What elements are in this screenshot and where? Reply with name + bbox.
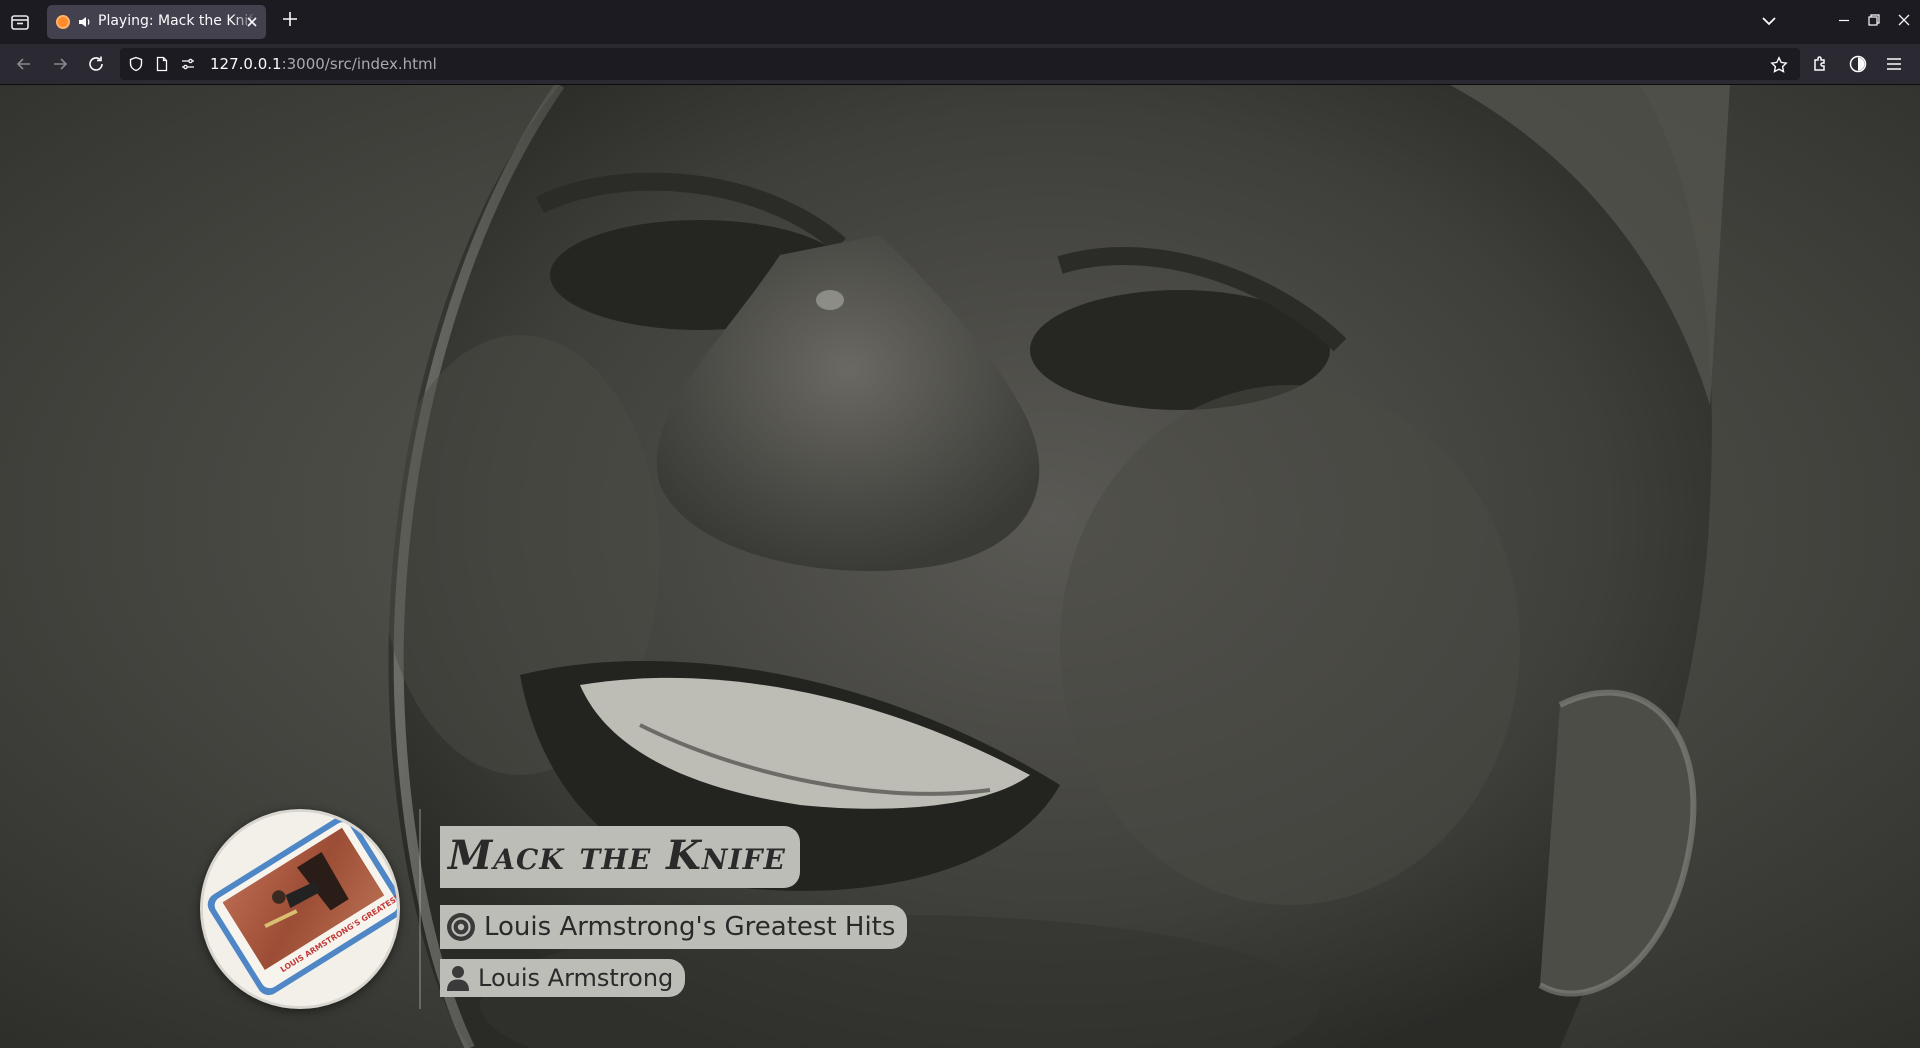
permissions-icon[interactable] (180, 56, 196, 72)
chevron-down-icon[interactable] (1760, 12, 1778, 30)
back-arrow-icon[interactable] (14, 54, 34, 74)
window-close-icon[interactable] (1896, 12, 1912, 28)
now-playing-panel: LOUIS ARMSTRONG'S GREATEST HITS Mack the… (200, 809, 908, 1009)
tab-bar: Playing: Mack the Knife (0, 0, 1920, 44)
person-icon (446, 965, 470, 991)
restore-icon[interactable] (1866, 12, 1882, 28)
artist-chip[interactable]: Louis Armstrong (440, 959, 686, 997)
album-chip[interactable]: Louis Armstrong's Greatest Hits (440, 905, 908, 949)
media-favicon (56, 15, 70, 29)
tab-title: Playing: Mack the Knife (98, 13, 256, 29)
url-path: :3000/src/index.html (281, 55, 437, 73)
page-viewport: LOUIS ARMSTRONG'S GREATEST HITS Mack the… (0, 85, 1920, 1048)
album-cover-art: LOUIS ARMSTRONG'S GREATEST HITS (203, 812, 397, 1006)
track-title-chip: Mack the Knife (440, 826, 800, 888)
plus-icon[interactable] (281, 10, 299, 28)
hamburger-menu-icon[interactable] (1884, 54, 1904, 74)
panel-divider (419, 809, 421, 1009)
forward-arrow-icon[interactable] (50, 54, 70, 74)
artist-name: Louis Armstrong (478, 964, 674, 992)
speaker-icon[interactable] (77, 14, 93, 30)
star-icon[interactable] (1770, 56, 1788, 74)
album-name: Louis Armstrong's Greatest Hits (484, 912, 896, 942)
reload-icon[interactable] (86, 54, 106, 74)
close-icon[interactable] (244, 14, 260, 30)
page-icon[interactable] (154, 56, 170, 72)
track-title: Mack the Knife (448, 832, 786, 879)
shield-icon[interactable] (128, 56, 144, 72)
profile-icon[interactable] (1848, 54, 1868, 74)
extensions-icon[interactable] (1810, 54, 1830, 74)
active-tab[interactable]: Playing: Mack the Knife (47, 5, 266, 39)
tab-list-icon[interactable] (8, 10, 32, 34)
url-host: 127.0.0.1 (210, 55, 282, 73)
album-cover[interactable]: LOUIS ARMSTRONG'S GREATEST HITS (200, 809, 400, 1009)
minimize-icon[interactable] (1836, 12, 1852, 28)
navigation-toolbar: 127.0.0.1:3000/src/index.html (0, 44, 1920, 84)
url-text[interactable]: 127.0.0.1:3000/src/index.html (210, 55, 437, 73)
address-bar[interactable]: 127.0.0.1:3000/src/index.html (120, 48, 1800, 80)
disc-icon (446, 912, 476, 942)
